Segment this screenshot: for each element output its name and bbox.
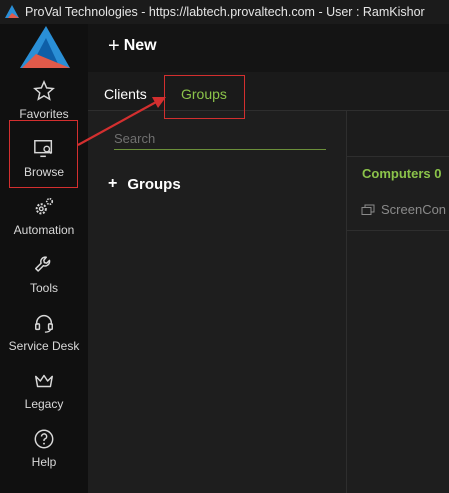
sidebar-item-label: Favorites [19, 107, 69, 121]
plus-icon: + [108, 35, 120, 57]
top-toolbar: + New [88, 24, 449, 72]
wrench-icon [35, 256, 51, 272]
screens-icon [361, 204, 375, 215]
sidebar-item-favorites[interactable]: Favorites [0, 80, 88, 136]
expand-plus-icon[interactable]: + [108, 175, 117, 193]
star-icon [33, 80, 55, 101]
new-button[interactable]: + New [108, 36, 157, 56]
sidebar-item-label: Tools [29, 281, 58, 295]
sidebar-item-tools[interactable]: Tools [0, 254, 88, 310]
headset-icon [35, 315, 53, 333]
sidebar-item-label: Service Desk [8, 339, 80, 353]
screencon-item[interactable]: ScreenCon [361, 202, 446, 217]
new-button-label: New [123, 37, 157, 54]
groups-tree-label: Groups [127, 175, 181, 193]
sidebar-item-automation[interactable]: Automation [0, 196, 88, 252]
sidebar-item-legacy[interactable]: Legacy [0, 370, 88, 426]
sidebar-item-label: Browse [23, 165, 64, 179]
sidebar-item-help[interactable]: Help [0, 428, 88, 484]
sidebar-item-label: Legacy [24, 397, 64, 411]
sidebar: Favorites Browse Automation Tools Servic… [0, 24, 88, 493]
tab-clients[interactable]: Clients [104, 86, 147, 102]
window-title: ProVal Technologies - https://labtech.pr… [25, 5, 425, 19]
computers-count[interactable]: Computers 0 [362, 166, 441, 181]
sidebar-item-browse[interactable]: Browse [0, 138, 88, 194]
sidebar-item-service-desk[interactable]: Service Desk [0, 312, 88, 368]
tab-bar: Clients Groups [88, 72, 449, 111]
crown-icon [35, 374, 53, 388]
window-titlebar: ProVal Technologies - https://labtech.pr… [0, 0, 449, 24]
sidebar-item-label: Automation [13, 223, 75, 237]
details-header [347, 111, 449, 157]
app-logo-icon [5, 5, 19, 18]
gears-icon [35, 197, 54, 215]
row-divider [347, 230, 449, 231]
search-input[interactable] [114, 127, 326, 150]
details-pane: Computers 0 ScreenCon [347, 111, 449, 493]
help-icon [34, 429, 54, 449]
browse-monitor-icon [34, 140, 53, 158]
screencon-label: ScreenCon [381, 202, 447, 217]
groups-pane: + Groups [88, 111, 346, 493]
groups-tree-node[interactable]: + Groups [108, 175, 181, 193]
brand-logo [20, 26, 70, 68]
sidebar-item-label: Help [31, 455, 57, 469]
tab-groups[interactable]: Groups [181, 86, 227, 102]
